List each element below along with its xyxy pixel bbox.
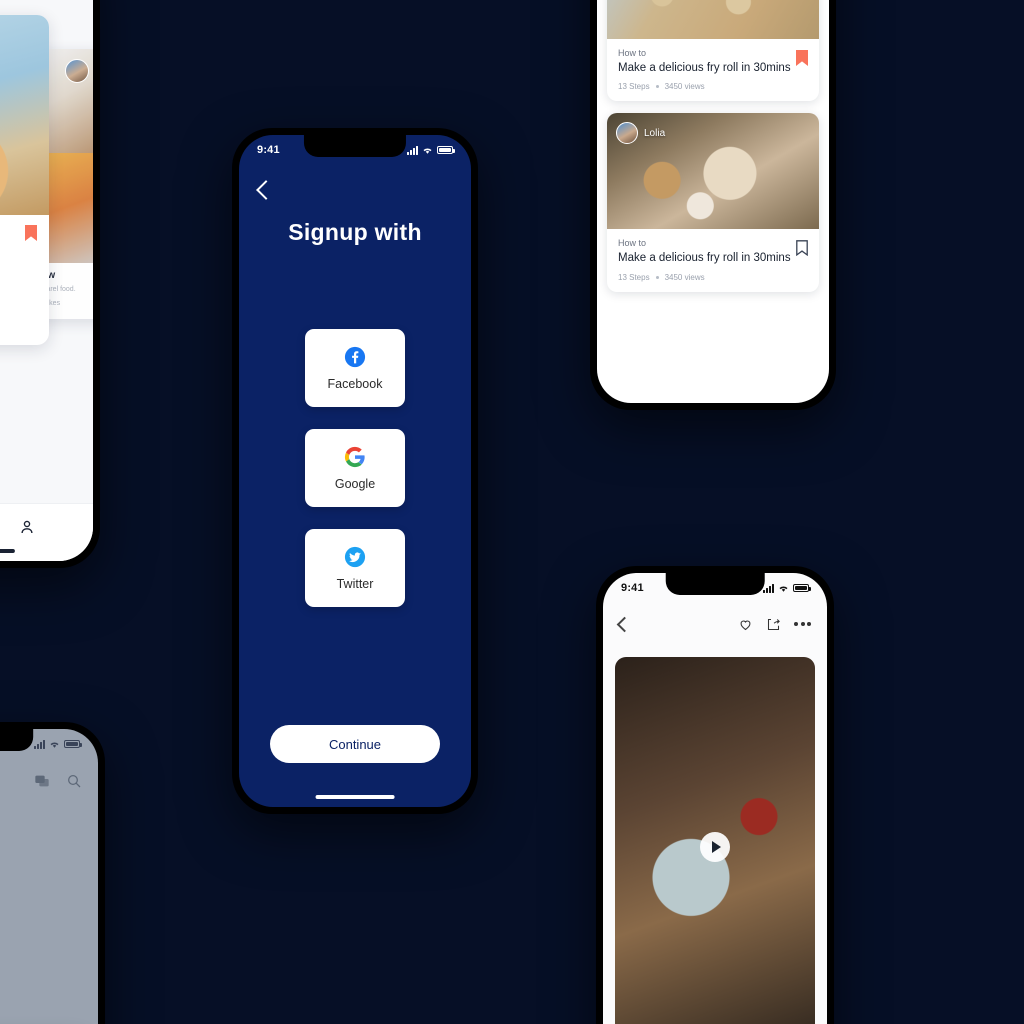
author-row: Lolia [616,122,666,145]
feed-card-list: Lolia How to Make a delicious fry roll i… [597,0,829,292]
wifi-icon [423,148,432,154]
recipe-card[interactable]: Lolia How to Make a delicious fry roll i… [607,0,819,102]
detail-screen: 9:41 [603,573,827,1024]
notch [665,573,765,595]
signup-screen: 9:41 Signup with Facebook Google Twitter… [239,135,471,807]
google-icon [344,446,365,467]
google-login-button[interactable]: Google [305,429,405,507]
page-title: Signup with [288,219,422,245]
main-card-photo [0,15,49,215]
feed-screen: Lolia How to Make a delicious fry roll i… [597,0,829,403]
home-indicator [0,549,16,553]
search-icon[interactable] [66,773,82,789]
phone-detail: 9:41 [596,566,834,1024]
twitter-login-button[interactable]: Twitter [305,529,405,607]
meta-separator-dot [655,275,659,279]
favorites-screen: Favorites How Apparel food. 32 Likes [0,0,93,561]
home-indicator [315,795,395,799]
recipe-card-body: How to Make a delicious fry roll in 30mi… [607,39,819,101]
phone-signup: 9:41 Signup with Facebook Google Twitter… [232,128,478,814]
recipe-card-body: How to Make a delicious fry roll in 30mi… [607,229,819,291]
wifi-icon [50,742,59,748]
recipe-photo: Lolia [607,113,819,230]
notch [303,135,407,157]
detail-nav-actions [738,617,811,632]
facebook-login-button[interactable]: Facebook [305,329,405,407]
main-card-subtitle: ...food , arelty we [0,244,38,256]
recipe-kicker: How to [618,238,647,249]
bookmark-filled-icon[interactable] [25,225,37,241]
recipe-views: 3450 views [664,272,705,282]
favorites-main-card[interactable]: ...cious ...food , arelty we [0,15,49,345]
phone-favorites: Favorites How Apparel food. 32 Likes [0,0,100,568]
status-time: 9:41 [621,582,644,594]
avatar [616,122,638,145]
recipe-title: Make a delicious fry roll in 30mins [618,62,791,74]
back-chevron-icon[interactable] [616,616,633,632]
facebook-login-label: Facebook [327,376,383,391]
twitter-icon [344,546,366,567]
facebook-icon [344,346,366,367]
modal-screen: ...rize [0,729,98,1024]
phone-feed: Lolia How to Make a delicious fry roll i… [590,0,836,410]
social-login-list: Facebook Google Twitter [239,329,471,607]
meta-separator-dot [655,85,659,89]
more-dots-icon[interactable] [794,622,811,626]
signal-bars-icon [407,145,418,155]
avatar [65,59,89,83]
recipe-views: 3450 views [664,82,705,92]
person-icon[interactable] [18,518,36,536]
status-icons [763,583,811,593]
status-icons [34,739,82,749]
detail-nav-bar [603,603,827,645]
main-card-body: ...cious ...food , arelty we [0,215,49,265]
favorites-card-stack: How Apparel food. 32 Likes ...cious ...f… [0,5,93,405]
bookmark-filled-icon[interactable] [796,50,808,66]
share-icon[interactable] [766,617,781,632]
google-login-label: Google [334,476,376,491]
battery-icon [64,740,82,748]
recipe-hero-video[interactable] [615,657,815,1024]
twitter-login-label: Twitter [336,576,374,591]
signal-bars-icon [763,583,774,593]
recipe-steps: 13 Steps [618,82,650,92]
recipe-photo: Lolia [607,0,819,39]
play-icon[interactable] [700,832,730,862]
status-bar: 9:41 [603,573,827,603]
battery-icon [793,584,811,592]
status-icons [407,145,455,155]
recipe-meta: 13 Steps 3450 views [618,273,808,282]
signal-bars-icon [34,739,45,749]
heart-icon[interactable] [738,617,753,632]
recipe-title: Make a delicious fry roll in 30mins [618,252,791,265]
continue-button[interactable]: Continue [270,725,440,763]
recipe-kicker: How to [618,48,647,58]
author-name: Lolia [644,127,666,139]
back-chevron-icon[interactable] [256,180,276,200]
canvas: Favorites How Apparel food. 32 Likes [0,0,1024,1024]
recipe-meta: 13 Steps 3450 views [618,82,808,91]
notch [0,729,34,751]
phone-modal: ...rize [0,722,105,1024]
status-bar: 9:41 [239,135,471,165]
wifi-icon [779,586,788,592]
status-time: 9:41 [257,144,280,156]
chat-icon[interactable] [34,773,50,789]
status-bar [0,729,98,759]
bookmark-outline-icon[interactable] [796,240,808,257]
modal-nav [0,759,98,803]
recipe-card[interactable]: Lolia How to Make a delicious fry roll i… [607,113,819,292]
battery-icon [437,146,455,154]
recipe-steps: 13 Steps [618,272,650,282]
